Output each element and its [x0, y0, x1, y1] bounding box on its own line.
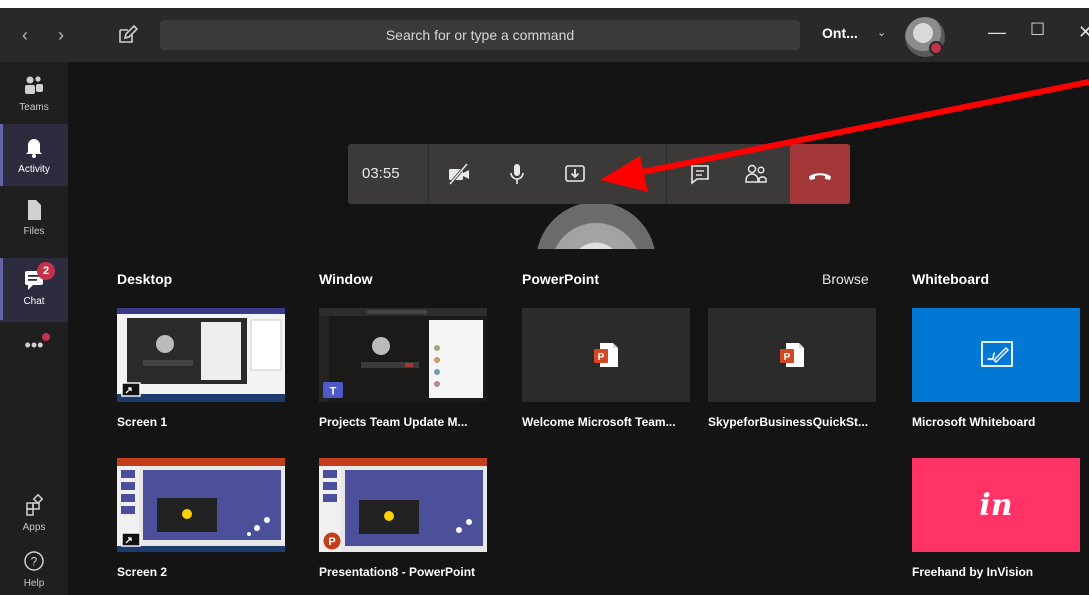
participant-video	[536, 202, 656, 249]
help-icon: ?	[0, 550, 68, 572]
hang-up-button[interactable]	[790, 144, 850, 204]
apps-icon	[0, 493, 68, 516]
presence-status-icon	[929, 41, 943, 55]
powerpoint-app-icon: P	[323, 532, 343, 550]
meeting-stage: 03:55	[68, 62, 1089, 249]
rail-item-teams[interactable]: Teams	[0, 62, 68, 124]
phone-hangup-icon	[809, 173, 831, 180]
more-icon: •••	[24, 335, 44, 355]
rail-label-activity: Activity	[18, 164, 50, 175]
rail-item-activity[interactable]: Activity	[0, 124, 68, 186]
share-tile-screen-2[interactable]	[117, 458, 285, 552]
app-rail: Teams Activity Files 2 Chat ••• Apps ? H…	[0, 62, 68, 595]
section-window: Window	[319, 271, 373, 287]
tile-caption: SkypeforBusinessQuickSt...	[708, 415, 869, 429]
svg-text:P: P	[328, 536, 335, 548]
section-whiteboard: Whiteboard	[912, 271, 989, 287]
section-powerpoint: PowerPoint	[522, 271, 600, 287]
rail-label-files: Files	[23, 226, 45, 237]
divider	[428, 144, 429, 204]
rail-label-apps: Apps	[22, 522, 46, 533]
call-timer: 03:55	[362, 165, 400, 182]
conversation-icon[interactable]	[688, 162, 712, 186]
invision-logo: in	[979, 488, 1013, 523]
tile-caption: Welcome Microsoft Team...	[522, 415, 676, 429]
rail-label-chat: Chat	[23, 296, 45, 307]
forward-arrow-icon[interactable]: ›	[58, 25, 64, 46]
browse-link[interactable]: Browse	[822, 271, 869, 287]
file-icon	[0, 198, 68, 220]
section-desktop: Desktop	[117, 271, 173, 287]
share-tile-window-teams[interactable]: T	[319, 308, 487, 402]
divider	[666, 144, 667, 204]
search-placeholder: Search for or type a command	[385, 27, 575, 43]
rail-item-files[interactable]: Files	[0, 186, 68, 248]
title-bar: ‹ › Search for or type a command Ont... …	[0, 8, 1089, 62]
tile-caption: Screen 1	[117, 415, 168, 429]
rail-item-apps[interactable]: Apps	[0, 482, 68, 544]
bell-icon	[0, 136, 68, 158]
share-screen-icon	[121, 532, 141, 548]
tile-caption: Microsoft Whiteboard	[912, 415, 1036, 429]
rail-item-chat[interactable]: 2 Chat	[0, 258, 68, 322]
share-tile-ppt-welcome[interactable]: P	[522, 308, 690, 402]
teams-app-icon: T	[323, 382, 343, 398]
chat-badge: 2	[37, 262, 55, 280]
share-screen-icon	[121, 382, 141, 398]
share-tray-icon[interactable]	[563, 162, 587, 186]
teams-icon	[0, 74, 68, 96]
maximize-icon[interactable]: ☐	[1030, 20, 1045, 40]
call-controls-bar: 03:55	[348, 144, 850, 204]
window-thumbnail	[319, 458, 487, 552]
powerpoint-file-icon: P	[778, 341, 806, 369]
org-switcher[interactable]: Ont...	[822, 25, 858, 41]
participants-icon[interactable]	[744, 162, 768, 186]
screen-thumbnail	[117, 308, 285, 402]
back-arrow-icon[interactable]: ‹	[22, 25, 28, 46]
screen-thumbnail	[117, 458, 285, 552]
share-tile-whiteboard[interactable]	[912, 308, 1080, 402]
whiteboard-icon	[980, 338, 1014, 373]
tile-caption: Freehand by InVision	[912, 565, 1034, 579]
rail-item-help[interactable]: ? Help	[0, 538, 68, 595]
svg-text:T: T	[330, 386, 337, 398]
search-input[interactable]: Search for or type a command	[160, 20, 800, 50]
svg-text:?: ?	[31, 555, 38, 569]
rail-label-teams: Teams	[19, 102, 49, 113]
close-icon[interactable]: ✕	[1078, 22, 1089, 43]
svg-text:P: P	[784, 352, 791, 363]
share-tray: Desktop Window PowerPoint Browse Whitebo…	[68, 249, 1089, 595]
chevron-down-icon[interactable]: ⌄	[877, 26, 886, 39]
share-tile-ppt-skype[interactable]: P	[708, 308, 876, 402]
more-actions-icon[interactable]	[621, 162, 645, 186]
powerpoint-file-icon: P	[592, 341, 620, 369]
tile-caption: Screen 2	[117, 565, 168, 579]
microphone-icon[interactable]	[505, 162, 529, 186]
share-tile-screen-1[interactable]	[117, 308, 285, 402]
tile-caption: Presentation8 - PowerPoint	[319, 565, 476, 579]
share-tile-invision[interactable]: in	[912, 458, 1080, 552]
svg-text:P: P	[598, 352, 605, 363]
chat-icon	[0, 268, 68, 290]
tile-caption: Projects Team Update M...	[319, 415, 468, 429]
window-thumbnail	[319, 308, 487, 402]
camera-off-icon[interactable]	[447, 162, 471, 186]
minimize-icon[interactable]: —	[988, 22, 1006, 43]
rail-label-help: Help	[23, 578, 45, 589]
rail-item-more[interactable]: •••	[0, 324, 68, 368]
share-tile-window-ppt[interactable]: P	[319, 458, 487, 552]
compose-icon[interactable]	[116, 24, 139, 46]
top-strip	[0, 0, 1089, 8]
